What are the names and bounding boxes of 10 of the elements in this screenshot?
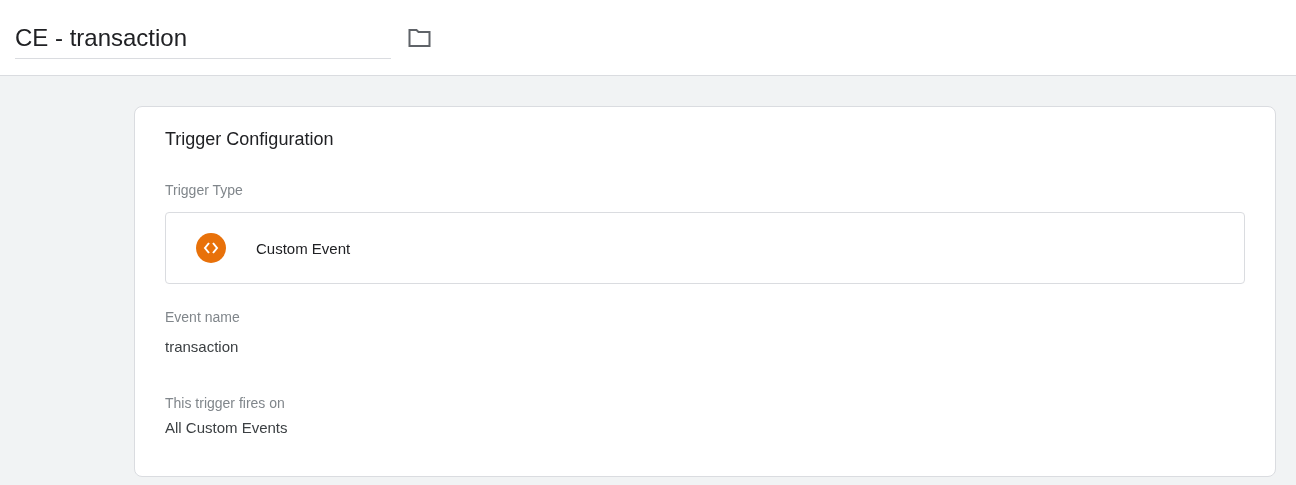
card-title: Trigger Configuration [165, 129, 335, 150]
name-field[interactable]: CE - transaction [15, 18, 391, 59]
field-label: Trigger Type [165, 182, 244, 198]
field-label: Event name [165, 309, 241, 325]
field-value: All Custom Events [165, 419, 289, 436]
field-value: transaction [165, 338, 240, 355]
folder-icon[interactable] [407, 28, 432, 48]
trigger-type-selector[interactable]: Custom Event [165, 212, 1245, 284]
code-icon [196, 233, 226, 263]
field-label: This trigger fires on [165, 395, 286, 411]
